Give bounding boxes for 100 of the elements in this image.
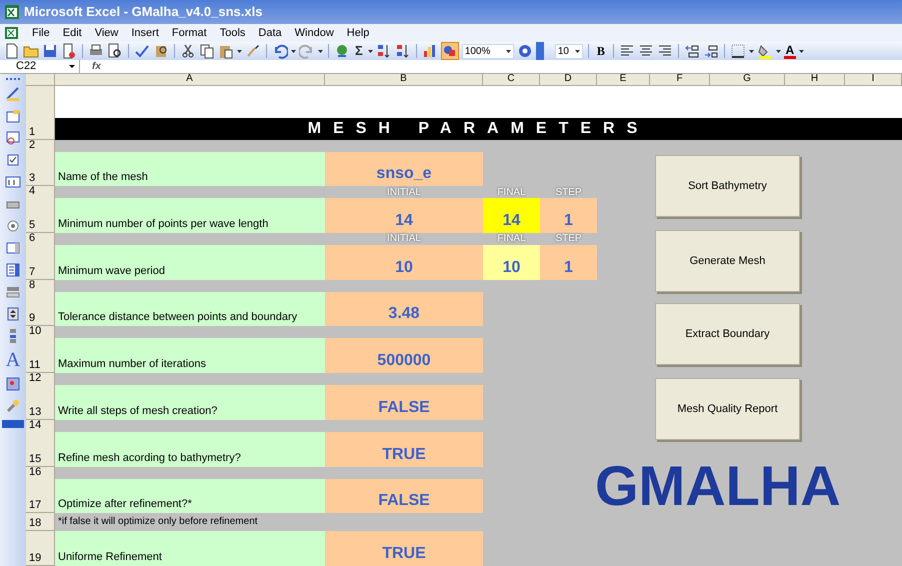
sort-descending-icon[interactable] [394, 43, 411, 59]
value-cell: snso_e [325, 152, 483, 186]
row-header[interactable]: 2 [26, 140, 55, 152]
increase-decimal-icon[interactable] [684, 43, 700, 59]
row-header[interactable]: 5 [26, 198, 55, 233]
window-icon[interactable] [5, 108, 21, 124]
toolbar-options-icon[interactable] [536, 42, 544, 60]
menu-item[interactable]: Help [346, 24, 370, 42]
value-cell: 3.48 [325, 292, 483, 326]
value-cell: 1 [540, 198, 597, 233]
caret-icon[interactable] [291, 50, 296, 52]
sort-ascending-icon[interactable] [376, 43, 392, 59]
caret-icon[interactable] [776, 50, 781, 52]
bold-button[interactable]: B [594, 42, 608, 60]
caret-icon[interactable] [318, 50, 323, 52]
caret-icon[interactable] [368, 50, 373, 52]
row-header[interactable]: 4 [26, 186, 55, 200]
parameter-label: Minimum wave period [55, 244, 325, 280]
value-cell: 10 [325, 244, 483, 280]
parameter-label: Maximum number of iterations [55, 338, 325, 374]
row-header[interactable]: 6 [26, 232, 55, 246]
parameter-label: Optimize after refinement?* [55, 478, 325, 514]
paint-bucket-icon[interactable] [756, 43, 773, 59]
window-icon[interactable] [5, 130, 21, 146]
caret-icon[interactable] [506, 50, 511, 52]
value-cell: TRUE [325, 531, 483, 566]
option-button-icon[interactable] [5, 218, 21, 234]
magnifier-icon[interactable] [107, 43, 123, 59]
caret-icon[interactable] [574, 50, 580, 52]
menu-item[interactable]: Data [258, 24, 282, 42]
copy-icon[interactable] [199, 43, 215, 59]
row-header[interactable]: 13 [26, 385, 55, 420]
row-header[interactable]: 17 [26, 478, 55, 514]
row-header[interactable]: 9 [26, 292, 55, 326]
macro-button[interactable]: Mesh Quality Report [655, 378, 800, 440]
decrease-decimal-icon[interactable] [702, 43, 719, 59]
caret-icon[interactable] [237, 50, 242, 52]
logo-text: GMALHA [595, 458, 841, 514]
shapes-icon[interactable] [440, 42, 459, 60]
caret-icon [69, 65, 75, 68]
value-cell: 500000 [325, 338, 483, 374]
parameter-label: Uniforme Refinement [55, 531, 325, 566]
insert-function-button[interactable]: fx [92, 59, 101, 74]
parameter-label: Minimum number of points per wave length [55, 198, 325, 233]
clipboard-icon[interactable] [218, 43, 234, 59]
row-header[interactable]: 19 [26, 531, 55, 566]
bar-chart-icon[interactable] [422, 43, 438, 59]
menu-item[interactable]: Edit [62, 24, 82, 42]
row-header[interactable]: 14 [26, 420, 55, 433]
value-cell: FALSE [325, 478, 483, 514]
note-text: *if false it will optimize only before refinement [57, 515, 259, 530]
value-cell: 1 [540, 244, 597, 280]
document-icon[interactable] [61, 43, 77, 59]
parameter-label: Tolerance distance between points and boundary [55, 292, 325, 326]
label-tool-button[interactable]: A [6, 350, 20, 370]
row-header[interactable]: 7 [26, 244, 55, 280]
value-cell: 14 [483, 198, 540, 233]
image-icon[interactable] [5, 376, 21, 392]
undo-icon[interactable] [272, 43, 288, 59]
caret-icon[interactable] [798, 50, 804, 52]
font-color-button[interactable]: A [784, 44, 796, 58]
menu-item[interactable]: Window [294, 24, 334, 42]
row-header[interactable]: 11 [26, 338, 55, 374]
row-header[interactable]: 10 [26, 326, 55, 340]
row-header[interactable]: 8 [26, 280, 55, 293]
value-cell: 14 [325, 198, 483, 233]
row-header[interactable]: 16 [26, 466, 55, 480]
menu-item[interactable]: File [32, 24, 50, 42]
caret-icon[interactable] [748, 50, 754, 52]
menu-item[interactable]: Tools [220, 24, 246, 42]
spin-button-icon[interactable] [5, 306, 21, 322]
font-size-field[interactable]: 10 [554, 44, 583, 58]
text-field-icon[interactable] [5, 174, 21, 190]
pencil-ruler-icon[interactable] [5, 86, 21, 102]
column-label: INITIAL [386, 186, 422, 200]
row-header[interactable]: 12 [26, 373, 55, 386]
list-box-icon[interactable] [5, 240, 21, 256]
row-header[interactable]: 1 [26, 86, 55, 140]
help-icon[interactable] [516, 43, 533, 59]
menu-item[interactable]: View [94, 24, 118, 42]
parameter-label: Write all steps of mesh creation? [55, 385, 325, 420]
row-header[interactable]: 15 [26, 432, 55, 467]
row-header[interactable]: 3 [26, 152, 55, 186]
spreadsheet-icon[interactable] [4, 26, 20, 40]
macro-button[interactable]: Extract Boundary [655, 303, 800, 365]
toggle-button-icon[interactable] [5, 284, 21, 300]
check-mark-icon[interactable] [134, 43, 150, 59]
column-label: FINAL [496, 232, 527, 246]
zoom-field[interactable]: 100% [462, 44, 514, 58]
column-label: STEP [554, 186, 583, 200]
row-header[interactable]: 18 [26, 513, 55, 532]
combo-box-icon[interactable] [5, 262, 21, 278]
borders-icon[interactable] [730, 43, 746, 59]
menu-item[interactable]: Insert [131, 24, 159, 42]
scissors-icon[interactable] [180, 43, 196, 59]
macro-button[interactable]: Sort Bathymetry [655, 155, 800, 217]
macro-button[interactable]: Generate Mesh [655, 230, 800, 292]
sum-button[interactable]: Σ [353, 41, 365, 61]
checkbox-icon[interactable] [5, 152, 21, 168]
menu-item[interactable]: Format [172, 24, 207, 42]
